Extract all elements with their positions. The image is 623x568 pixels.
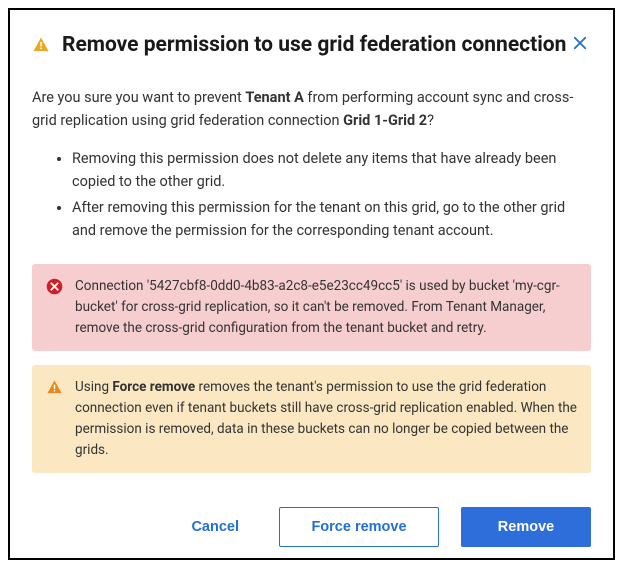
error-alert: Connection '5427cbf8-0dd0-4b83-a2c8-e5e2…: [32, 264, 591, 351]
title-wrap: Remove permission to use grid federation…: [32, 32, 569, 59]
error-message: Connection '5427cbf8-0dd0-4b83-a2c8-e5e2…: [75, 276, 577, 339]
confirm-text: Are you sure you want to prevent Tenant …: [32, 87, 591, 132]
connection-name: Grid 1-Grid 2: [343, 112, 427, 129]
remove-permission-dialog: Remove permission to use grid federation…: [8, 8, 615, 560]
warning-triangle-icon: [32, 36, 50, 58]
dialog-actions: Cancel Force remove Remove: [32, 507, 591, 547]
close-icon: [571, 40, 589, 55]
tenant-name: Tenant A: [245, 89, 303, 106]
warning-message: Using Force remove removes the tenant's …: [75, 377, 577, 461]
list-item: After removing this permission for the t…: [72, 197, 591, 242]
warning-alert: Using Force remove removes the tenant's …: [32, 365, 591, 473]
remove-button[interactable]: Remove: [461, 507, 591, 547]
error-circle-icon: [46, 278, 63, 302]
warning-bold: Force remove: [112, 379, 195, 395]
cancel-button[interactable]: Cancel: [173, 507, 257, 547]
dialog-title: Remove permission to use grid federation…: [62, 32, 566, 59]
list-item: Removing this permission does not delete…: [72, 148, 591, 193]
warning-pre: Using: [75, 379, 112, 395]
force-remove-button[interactable]: Force remove: [279, 507, 439, 547]
info-bullets: Removing this permission does not delete…: [32, 148, 591, 242]
close-button[interactable]: [569, 32, 591, 57]
dialog-header: Remove permission to use grid federation…: [32, 32, 591, 59]
confirm-pre: Are you sure you want to prevent: [32, 89, 245, 106]
warning-triangle-icon: [46, 379, 63, 403]
confirm-post: ?: [427, 112, 434, 129]
